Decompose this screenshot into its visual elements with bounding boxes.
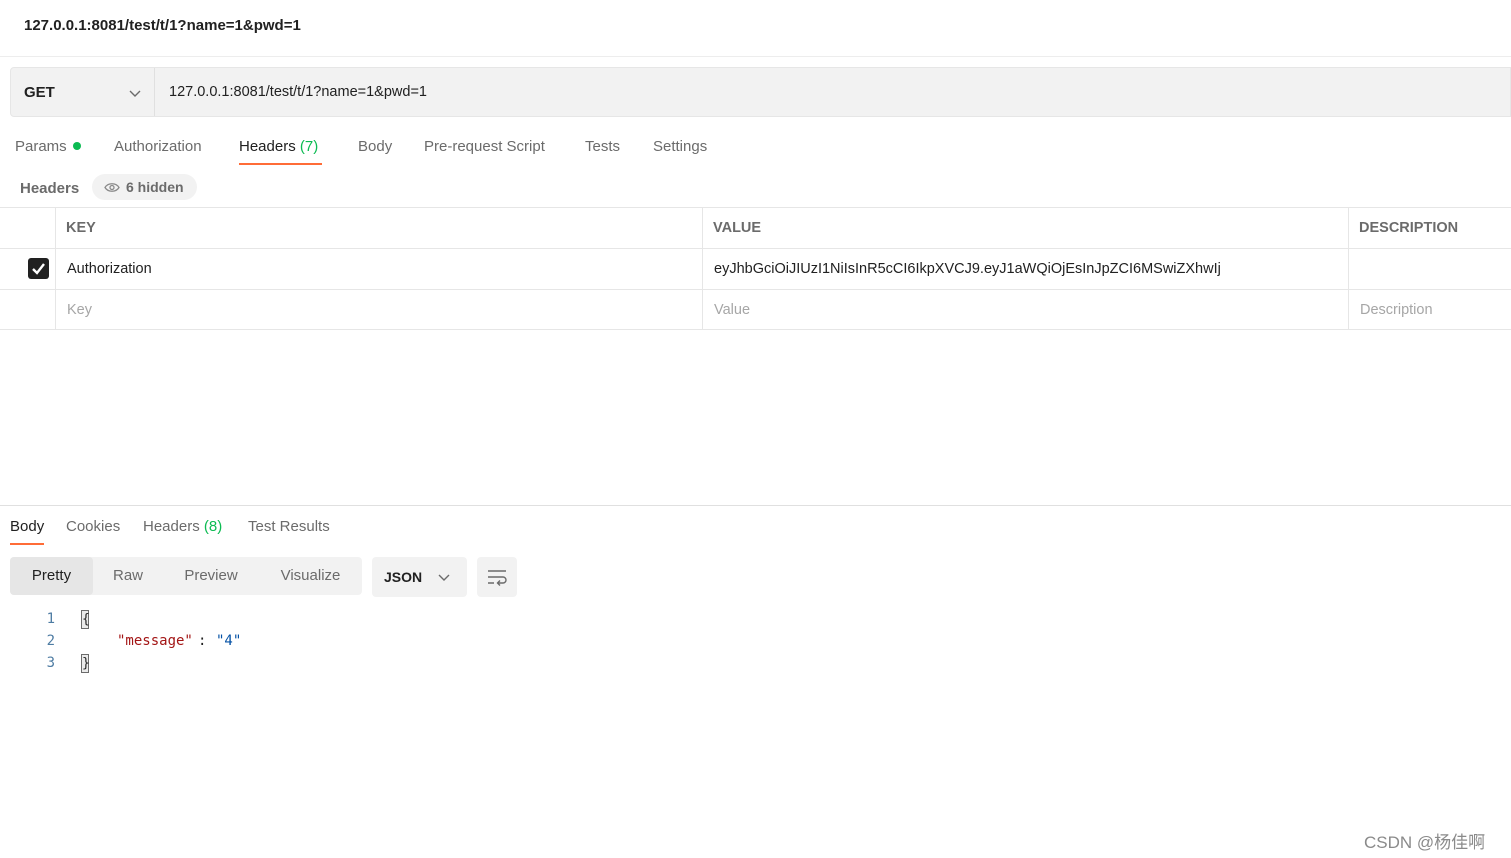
json-value: "4"	[216, 633, 242, 649]
tab-settings-label: Settings	[653, 138, 708, 155]
response-tab-headers[interactable]: Headers (8)	[143, 518, 222, 535]
request-url-bar: GET 127.0.0.1:8081/test/t/1?name=1&pwd=1	[10, 67, 1511, 117]
new-value-input[interactable]: Value	[714, 302, 750, 318]
tab-tests[interactable]: Tests	[585, 138, 620, 155]
wrap-lines-button[interactable]	[477, 557, 517, 597]
column-divider	[55, 290, 56, 329]
tab-authorization-label: Authorization	[114, 138, 202, 155]
hidden-headers-count: 6 hidden	[126, 179, 184, 195]
new-description-input[interactable]: Description	[1360, 302, 1433, 318]
request-title-bar: 127.0.0.1:8081/test/t/1?name=1&pwd=1	[0, 0, 1511, 57]
table-row-new: Key Value Description	[0, 289, 1511, 330]
view-visualize-button[interactable]: Visualize	[259, 557, 362, 595]
header-enabled-checkbox[interactable]	[28, 258, 49, 279]
close-brace: }	[81, 654, 90, 673]
method-label: GET	[24, 84, 55, 101]
response-tab-body[interactable]: Body	[10, 518, 45, 545]
active-tab-underline	[10, 543, 45, 545]
response-tab-cookies-label: Cookies	[66, 518, 121, 535]
column-header-description: DESCRIPTION	[1359, 220, 1459, 236]
code-line: 1 {	[0, 608, 800, 630]
url-input[interactable]: 127.0.0.1:8081/test/t/1?name=1&pwd=1	[169, 84, 427, 100]
new-key-input[interactable]: Key	[67, 302, 92, 318]
response-tab-test-results-label: Test Results	[248, 518, 330, 535]
line-number: 1	[46, 611, 55, 627]
column-divider	[1348, 208, 1349, 248]
code-line: 3 }	[0, 652, 800, 674]
tab-params[interactable]: Params	[15, 138, 81, 155]
wrap-lines-icon	[488, 570, 507, 586]
view-pretty-button[interactable]: Pretty	[10, 557, 93, 595]
column-divider	[55, 208, 56, 248]
checkmark-icon	[32, 263, 45, 275]
view-mode-group: Pretty Raw Preview Visualize	[10, 557, 362, 595]
column-divider	[1348, 249, 1349, 289]
format-select[interactable]: JSON	[372, 557, 467, 597]
table-row: Authorization eyJhbGciOiJIUzI1NiIsInR5cC…	[0, 248, 1511, 289]
header-value-field[interactable]: eyJhbGciOiJIUzI1NiIsInR5cCI6IkpXVCJ9.eyJ…	[714, 261, 1221, 277]
hidden-headers-toggle[interactable]: 6 hidden	[92, 174, 197, 200]
table-header-row: KEY VALUE DESCRIPTION	[0, 207, 1511, 248]
pane-divider[interactable]	[0, 505, 1511, 506]
column-divider	[702, 249, 703, 289]
line-number: 3	[46, 655, 55, 671]
response-tabs: Body Cookies Headers (8) Test Results	[0, 512, 600, 548]
tab-params-label: Params	[15, 138, 67, 155]
request-tabs: Params Authorization Headers (7) Body Pr…	[0, 130, 800, 168]
format-label: JSON	[384, 569, 423, 585]
view-preview-button[interactable]: Preview	[163, 557, 259, 595]
column-header-value: VALUE	[713, 220, 762, 236]
column-divider	[55, 249, 56, 289]
response-tab-test-results[interactable]: Test Results	[248, 518, 330, 535]
open-brace: {	[81, 610, 90, 629]
tab-settings[interactable]: Settings	[653, 138, 707, 155]
response-tab-headers-count: (8)	[203, 518, 223, 535]
tab-authorization[interactable]: Authorization	[114, 138, 202, 155]
headers-heading: Headers	[20, 180, 80, 197]
tab-headers-count: (7)	[299, 138, 319, 155]
code-line: 2 "message" : "4"	[0, 630, 800, 652]
tab-headers-label: Headers	[239, 138, 296, 155]
column-header-key: KEY	[66, 220, 96, 236]
column-divider	[702, 290, 703, 329]
tab-body-label: Body	[358, 138, 393, 155]
tab-body[interactable]: Body	[358, 138, 392, 155]
chevron-down-icon	[129, 90, 141, 97]
json-colon: :	[198, 633, 207, 649]
view-raw-button[interactable]: Raw	[93, 557, 163, 595]
json-key: "message"	[117, 633, 193, 649]
tab-headers[interactable]: Headers (7)	[239, 138, 323, 165]
column-divider	[702, 208, 703, 248]
response-tab-cookies[interactable]: Cookies	[66, 518, 120, 535]
eye-icon	[104, 183, 120, 192]
active-tab-underline	[239, 163, 323, 165]
tab-pre-request-script[interactable]: Pre-request Script	[424, 138, 545, 155]
response-tab-body-label: Body	[10, 518, 45, 535]
tab-tests-label: Tests	[585, 138, 621, 155]
watermark: CSDN @杨佳啊	[1364, 833, 1486, 852]
chevron-down-icon	[438, 574, 450, 581]
method-select[interactable]: GET	[11, 68, 155, 116]
line-number: 2	[46, 633, 55, 649]
response-tab-headers-label: Headers	[143, 518, 200, 535]
column-divider	[1348, 290, 1349, 329]
request-title[interactable]: 127.0.0.1:8081/test/t/1?name=1&pwd=1	[24, 17, 301, 34]
params-status-dot	[72, 142, 81, 150]
header-key-field[interactable]: Authorization	[67, 261, 152, 277]
tab-pre-request-script-label: Pre-request Script	[424, 138, 545, 155]
